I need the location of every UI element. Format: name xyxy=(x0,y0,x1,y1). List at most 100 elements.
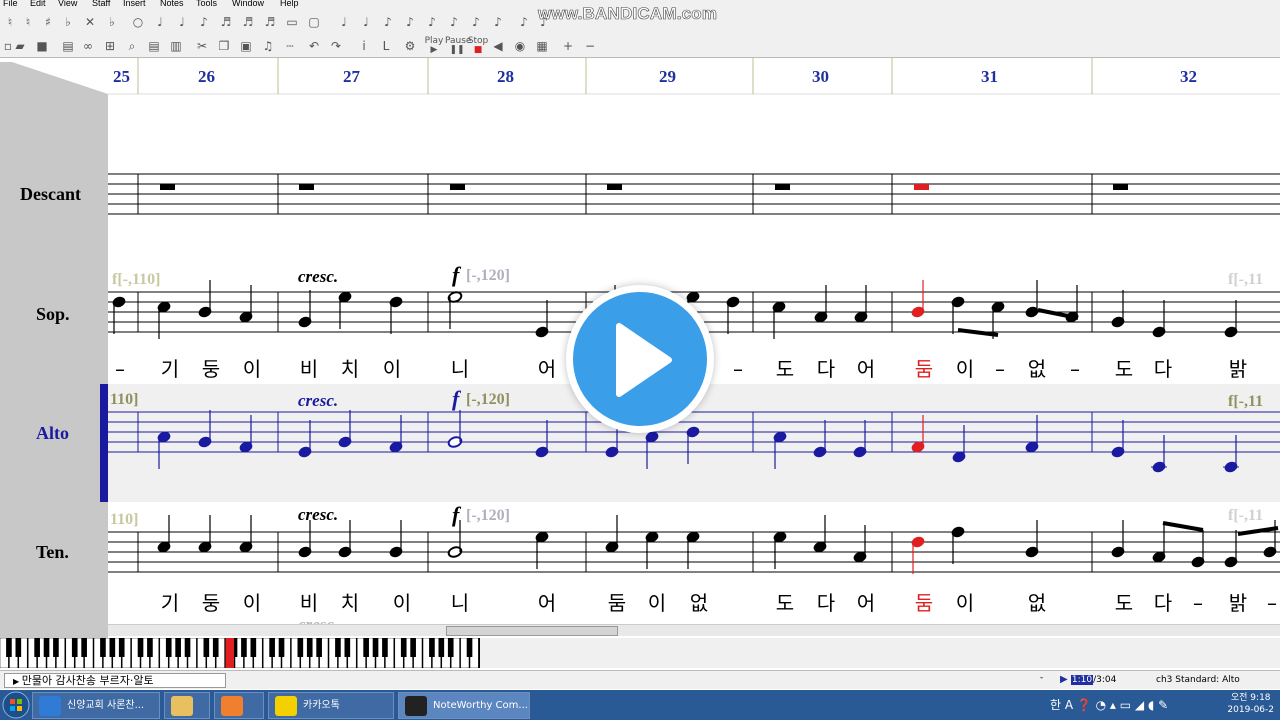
info-icon[interactable]: i xyxy=(356,37,372,55)
lyric-syllable[interactable]: 없 xyxy=(690,591,708,615)
lyric-syllable[interactable]: 다 xyxy=(1154,357,1172,381)
piano-black-key[interactable] xyxy=(118,638,125,657)
taskbar-kakaotalk[interactable]: 카카오톡 xyxy=(268,692,394,719)
whole-rest-current[interactable] xyxy=(914,184,929,190)
taskbar-explorer[interactable] xyxy=(164,692,210,719)
whole-rest[interactable] xyxy=(299,184,314,190)
zoom-out-icon[interactable]: − xyxy=(582,37,598,55)
forte-marking[interactable]: f xyxy=(452,262,462,287)
select-tool-icon[interactable]: ⊞ xyxy=(102,37,118,55)
cut-icon[interactable]: ✂ xyxy=(194,37,210,55)
tempo-marker[interactable]: f[-,11 xyxy=(1228,271,1263,288)
globe-icon[interactable]: ◉ xyxy=(512,37,528,55)
menu-edit[interactable]: Edit xyxy=(30,0,46,8)
horizontal-scrollbar[interactable] xyxy=(108,624,1280,636)
piano-black-key[interactable] xyxy=(250,638,257,657)
double-sharp-icon[interactable]: ✕ xyxy=(82,13,98,31)
quarter-note-icon[interactable]: ♩ xyxy=(174,13,190,31)
piano-black-key[interactable] xyxy=(109,638,116,657)
menu-help[interactable]: Help xyxy=(280,0,299,8)
menu-view[interactable]: View xyxy=(58,0,77,8)
half-note-icon[interactable]: ♩ xyxy=(152,13,168,31)
lyric-syllable[interactable]: – xyxy=(115,357,125,381)
lyric-syllable[interactable]: 없 xyxy=(1028,591,1046,615)
lyric-syllable[interactable]: 기 xyxy=(161,591,179,615)
lyric-syllable[interactable]: 비 xyxy=(300,357,318,381)
lyric-syllable[interactable]: 이 xyxy=(956,357,974,381)
natural-icon[interactable]: ♮ xyxy=(2,13,18,31)
piano-black-key[interactable] xyxy=(147,638,153,657)
piano-black-key[interactable] xyxy=(34,638,40,657)
whole-note-icon[interactable]: ○ xyxy=(130,13,146,31)
beam-icon[interactable]: ♪ xyxy=(516,13,532,31)
tempo-marker[interactable]: f[-,11 xyxy=(1228,507,1263,524)
piano-black-key[interactable] xyxy=(184,638,191,657)
piano-black-key[interactable] xyxy=(165,638,172,657)
lyric-syllable[interactable]: 도 xyxy=(1115,591,1133,615)
piano-black-key[interactable] xyxy=(344,638,351,657)
piano-black-key[interactable] xyxy=(241,638,247,657)
lyric-syllable[interactable]: – xyxy=(1070,357,1080,381)
lyric-syllable[interactable]: 어 xyxy=(538,591,556,615)
piano-black-key[interactable] xyxy=(429,638,435,657)
piano-black-key[interactable] xyxy=(203,638,210,657)
play-overlay-button[interactable] xyxy=(566,285,714,433)
piano-black-key[interactable] xyxy=(100,638,106,657)
lyric-syllable[interactable]: 이 xyxy=(243,357,261,381)
song-title-field[interactable]: ▶ 만물아 감사찬송 부르자·알토 xyxy=(4,673,226,688)
piano-black-key[interactable] xyxy=(81,638,87,657)
sixty-fourth-note-icon[interactable]: ♬ xyxy=(262,13,278,31)
tempo-marker[interactable]: f[-,11 xyxy=(1228,393,1263,410)
lyric-syllable[interactable]: 어 xyxy=(857,357,875,381)
tempo-marker[interactable]: [-,120] xyxy=(466,267,510,284)
print-preview-icon[interactable]: ▤ xyxy=(60,37,76,55)
slur-icon[interactable]: ♪ xyxy=(490,13,506,31)
sharp-icon[interactable]: ♯ xyxy=(40,13,56,31)
glasses-icon[interactable]: ∞ xyxy=(80,37,96,55)
print-icon[interactable]: ▥ xyxy=(168,37,184,55)
tempo-marker[interactable]: 110] xyxy=(110,511,138,528)
speaker-icon[interactable]: ◀ xyxy=(490,37,506,55)
lyric-syllable[interactable]: 이 xyxy=(956,591,974,615)
lyric-syllable[interactable]: 도 xyxy=(776,357,794,381)
lyric-syllable[interactable]: 없 xyxy=(1028,357,1046,381)
play-button[interactable]: Play ▶ xyxy=(422,37,446,55)
piano-black-key[interactable] xyxy=(382,638,388,657)
triplet-icon[interactable]: ♪ xyxy=(402,13,418,31)
zoom-icon[interactable]: ⌕ xyxy=(124,37,140,55)
natural-icon[interactable]: ♮ xyxy=(20,13,36,31)
lyric-syllable[interactable]: 둠 xyxy=(915,591,933,615)
open-file-icon[interactable]: ▰ xyxy=(12,37,28,55)
eighth-note-icon[interactable]: ♪ xyxy=(196,13,212,31)
piano-black-key[interactable] xyxy=(372,638,379,657)
lyric-syllable[interactable]: 니 xyxy=(451,591,469,615)
menu-staff[interactable]: Staff xyxy=(92,0,110,8)
thirty-second-note-icon[interactable]: ♬ xyxy=(240,13,256,31)
lyric-syllable[interactable]: 다 xyxy=(817,591,835,615)
whole-rest[interactable] xyxy=(775,184,790,190)
piano-keyboard[interactable] xyxy=(0,637,480,669)
tenuto-icon[interactable]: ♪ xyxy=(468,13,484,31)
piano-black-key[interactable] xyxy=(306,638,313,657)
piano-black-key[interactable] xyxy=(6,638,12,657)
lyric-syllable[interactable]: 둠 xyxy=(915,357,933,381)
menu-window[interactable]: Window xyxy=(232,0,264,8)
lyric-syllable[interactable]: 둥 xyxy=(202,357,220,381)
piano-black-key[interactable] xyxy=(363,638,369,657)
piano-black-key[interactable] xyxy=(53,638,59,657)
taskbar-noteworthy[interactable]: NoteWorthy Com... xyxy=(398,692,530,719)
lyric-syllable[interactable]: – xyxy=(733,357,743,381)
piano-black-key[interactable] xyxy=(297,638,304,657)
keyboard-icon[interactable]: ▦ xyxy=(534,37,550,55)
piano-black-key[interactable] xyxy=(175,638,181,657)
piano-black-key[interactable] xyxy=(212,638,219,657)
lyric-syllable[interactable]: 치 xyxy=(341,357,359,381)
lyric-syllable[interactable]: 어 xyxy=(857,591,875,615)
lyric-syllable[interactable]: 기 xyxy=(161,357,179,381)
lyric-syllable[interactable]: 어 xyxy=(538,357,556,381)
piano-black-key[interactable] xyxy=(447,638,454,657)
lyric-syllable[interactable]: 이 xyxy=(243,591,261,615)
tempo-marker[interactable]: 110] xyxy=(110,391,138,408)
tempo-marker[interactable]: f[-,110] xyxy=(112,271,160,288)
staff-name-alto[interactable]: Alto xyxy=(36,423,69,443)
